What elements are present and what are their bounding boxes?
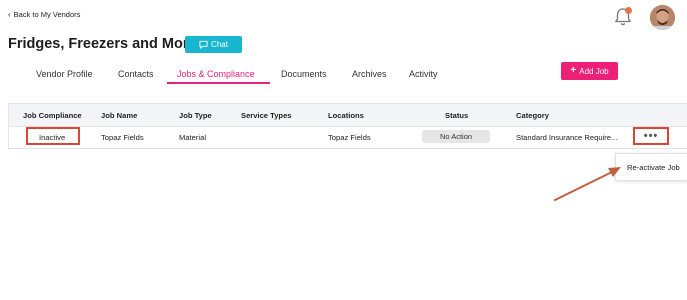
notification-badge: [625, 7, 632, 14]
avatar-image: [650, 5, 675, 30]
plus-icon: +: [570, 65, 577, 76]
chat-button[interactable]: Chat: [185, 36, 242, 53]
tab-contacts[interactable]: Contacts: [118, 69, 154, 79]
notifications-button[interactable]: [612, 6, 634, 28]
active-tab-indicator: [167, 82, 270, 84]
menu-item-reactivate-job[interactable]: Re-activate Job: [627, 163, 680, 172]
add-job-label: Add Job: [579, 66, 609, 76]
row-actions-dropdown: Re-activate Job: [615, 153, 687, 181]
column-header-job-type[interactable]: Job Type: [179, 111, 212, 120]
column-header-job-compliance[interactable]: Job Compliance: [23, 111, 82, 120]
jobs-table: Job Compliance Job Name Job Type Service…: [8, 103, 687, 149]
tab-jobs-compliance[interactable]: Jobs & Compliance: [177, 69, 255, 79]
back-link-label: Back to My Vendors: [13, 10, 81, 19]
row-actions-menu-button[interactable]: •••: [633, 127, 669, 145]
cell-locations: Topaz Fields: [328, 133, 371, 142]
cell-job-name[interactable]: Topaz Fields: [101, 133, 144, 142]
status-badge: No Action: [422, 130, 490, 143]
tab-archives[interactable]: Archives: [352, 69, 387, 79]
tab-documents[interactable]: Documents: [281, 69, 327, 79]
back-to-vendors-link[interactable]: ‹ Back to My Vendors: [8, 10, 80, 19]
column-header-service-types[interactable]: Service Types: [241, 111, 292, 120]
tab-activity[interactable]: Activity: [409, 69, 438, 79]
user-avatar[interactable]: [650, 5, 675, 30]
cell-category: Standard Insurance Require...: [516, 133, 618, 142]
highlight-inactive-annotation: [26, 127, 80, 145]
chat-button-label: Chat: [211, 40, 228, 49]
cell-job-type: Material: [179, 133, 207, 142]
page-title: Fridges, Freezers and More: [8, 36, 197, 52]
column-header-category[interactable]: Category: [516, 111, 549, 120]
chat-bubble-icon: [199, 40, 208, 49]
column-header-job-name[interactable]: Job Name: [101, 111, 137, 120]
add-job-button[interactable]: + Add Job: [561, 62, 618, 80]
column-header-status[interactable]: Status: [445, 111, 468, 120]
column-header-locations[interactable]: Locations: [328, 111, 364, 120]
chevron-left-icon: ‹: [8, 9, 11, 19]
tab-vendor-profile[interactable]: Vendor Profile: [36, 69, 93, 79]
